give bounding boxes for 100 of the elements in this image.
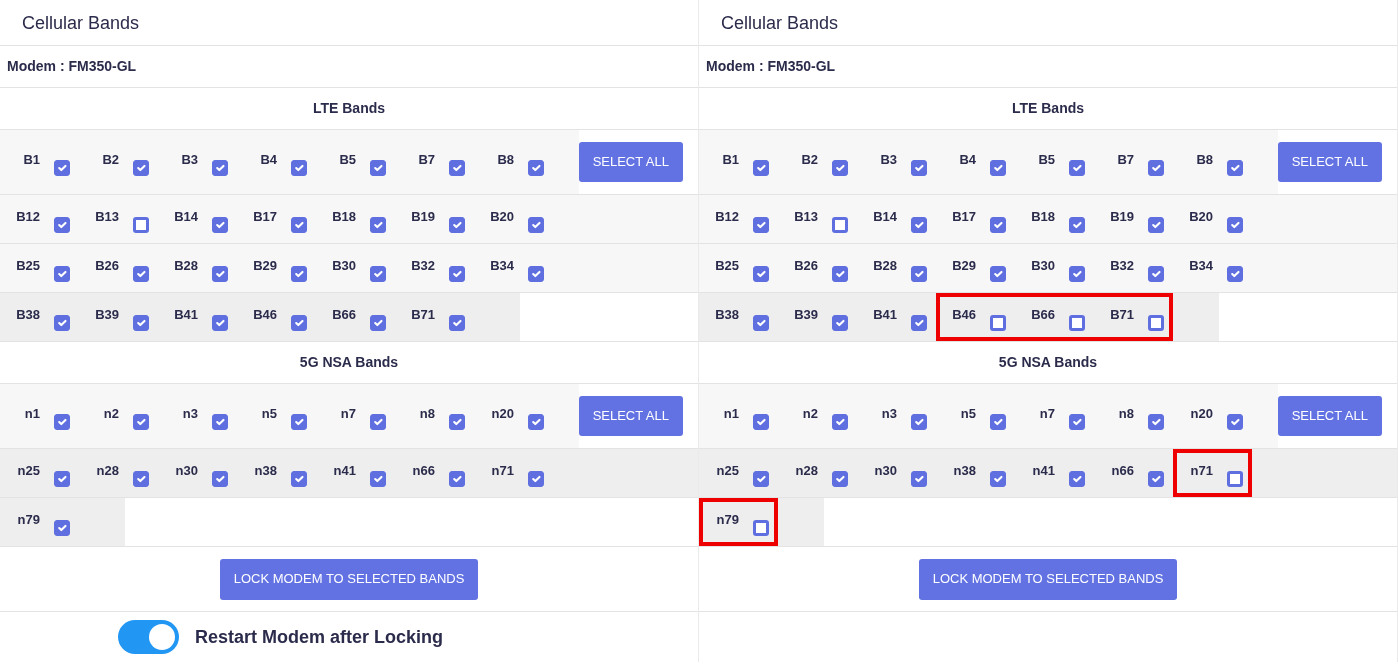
band-checkbox[interactable] (1148, 470, 1164, 487)
band-checkbox[interactable] (212, 216, 228, 233)
band-checkbox[interactable] (449, 314, 465, 331)
band-checkbox[interactable] (1227, 413, 1243, 430)
select-all-button[interactable]: SELECT ALL (578, 396, 683, 436)
band-checkbox[interactable] (449, 470, 465, 487)
band-checkbox[interactable] (990, 314, 1006, 331)
band-checkbox[interactable] (133, 159, 149, 176)
band-checkbox[interactable] (528, 470, 544, 487)
select-all-button[interactable]: SELECT ALL (1277, 142, 1382, 182)
band-checkbox[interactable] (133, 413, 149, 430)
band-checkbox[interactable] (832, 314, 848, 331)
band-checkbox[interactable] (1148, 216, 1164, 233)
band-checkbox[interactable] (1069, 314, 1085, 331)
band-checkbox[interactable] (54, 413, 70, 430)
band-checkbox[interactable] (54, 216, 70, 233)
band-checkbox[interactable] (449, 413, 465, 430)
band-checkbox[interactable] (1227, 216, 1243, 233)
band-checkbox[interactable] (753, 413, 769, 430)
band-label: B32 (1109, 256, 1134, 275)
band-checkbox[interactable] (990, 265, 1006, 282)
band-checkbox[interactable] (528, 159, 544, 176)
band-checkbox[interactable] (832, 216, 848, 233)
band-checkbox[interactable] (370, 159, 386, 176)
band-label: n79 (715, 510, 739, 529)
band-checkbox[interactable] (1148, 314, 1164, 331)
band-label: n28 (794, 461, 818, 480)
band-checkbox[interactable] (1227, 159, 1243, 176)
band-checkbox[interactable] (212, 413, 228, 430)
band-checkbox[interactable] (291, 265, 307, 282)
band-checkbox[interactable] (990, 159, 1006, 176)
band-checkbox[interactable] (370, 470, 386, 487)
band-checkbox[interactable] (911, 413, 927, 430)
band-checkbox[interactable] (212, 470, 228, 487)
band-checkbox[interactable] (753, 470, 769, 487)
band-checkbox[interactable] (990, 470, 1006, 487)
band-checkbox[interactable] (1069, 470, 1085, 487)
band-checkbox[interactable] (753, 314, 769, 331)
band-checkbox[interactable] (753, 216, 769, 233)
band-checkbox[interactable] (528, 413, 544, 430)
band-label: n3 (181, 404, 198, 423)
band-checkbox[interactable] (1227, 265, 1243, 282)
band-checkbox[interactable] (1069, 216, 1085, 233)
band-checkbox[interactable] (291, 314, 307, 331)
band-checkbox[interactable] (54, 470, 70, 487)
band-checkbox[interactable] (911, 159, 927, 176)
band-checkbox[interactable] (1148, 413, 1164, 430)
band-checkbox[interactable] (54, 314, 70, 331)
band-checkbox[interactable] (832, 159, 848, 176)
band-checkbox[interactable] (1069, 159, 1085, 176)
band-checkbox[interactable] (753, 159, 769, 176)
band-checkbox[interactable] (133, 265, 149, 282)
band-checkbox[interactable] (1148, 265, 1164, 282)
band-checkbox[interactable] (911, 265, 927, 282)
band-checkbox[interactable] (291, 216, 307, 233)
band-label: n71 (490, 461, 514, 480)
band-label: B28 (173, 256, 198, 275)
band-checkbox[interactable] (370, 216, 386, 233)
band-checkbox[interactable] (212, 159, 228, 176)
band-checkbox[interactable] (832, 470, 848, 487)
select-all-button[interactable]: SELECT ALL (1277, 396, 1382, 436)
band-checkbox[interactable] (449, 216, 465, 233)
band-checkbox[interactable] (291, 470, 307, 487)
band-checkbox[interactable] (133, 216, 149, 233)
band-checkbox[interactable] (133, 470, 149, 487)
band-checkbox[interactable] (370, 413, 386, 430)
band-checkbox[interactable] (449, 159, 465, 176)
band-checkbox[interactable] (291, 159, 307, 176)
band-checkbox[interactable] (911, 470, 927, 487)
band-checkbox[interactable] (54, 519, 70, 536)
band-checkbox[interactable] (370, 314, 386, 331)
band-checkbox[interactable] (54, 265, 70, 282)
band-checkbox[interactable] (449, 265, 465, 282)
band-checkbox[interactable] (911, 216, 927, 233)
band-checkbox[interactable] (1148, 159, 1164, 176)
band-checkbox[interactable] (212, 265, 228, 282)
select-all-button[interactable]: SELECT ALL (578, 142, 683, 182)
lock-bands-button[interactable]: LOCK MODEM TO SELECTED BANDS (918, 558, 1178, 600)
band-label: B34 (1188, 256, 1213, 275)
band-checkbox[interactable] (1227, 470, 1243, 487)
band-checkbox[interactable] (753, 519, 769, 536)
band-checkbox[interactable] (54, 159, 70, 176)
band-checkbox[interactable] (133, 314, 149, 331)
band-checkbox[interactable] (832, 413, 848, 430)
band-checkbox[interactable] (990, 216, 1006, 233)
lock-bands-button[interactable]: LOCK MODEM TO SELECTED BANDS (219, 558, 479, 600)
band-checkbox[interactable] (528, 216, 544, 233)
band-checkbox[interactable] (291, 413, 307, 430)
band-checkbox[interactable] (911, 314, 927, 331)
band-label: B66 (331, 305, 356, 324)
band-checkbox[interactable] (370, 265, 386, 282)
band-checkbox[interactable] (528, 265, 544, 282)
band-checkbox[interactable] (1069, 265, 1085, 282)
band-checkbox[interactable] (1069, 413, 1085, 430)
band-checkbox[interactable] (832, 265, 848, 282)
band-checkbox[interactable] (212, 314, 228, 331)
band-label: B66 (1030, 305, 1055, 324)
toggle-switch[interactable] (118, 620, 179, 654)
band-checkbox[interactable] (990, 413, 1006, 430)
band-checkbox[interactable] (753, 265, 769, 282)
